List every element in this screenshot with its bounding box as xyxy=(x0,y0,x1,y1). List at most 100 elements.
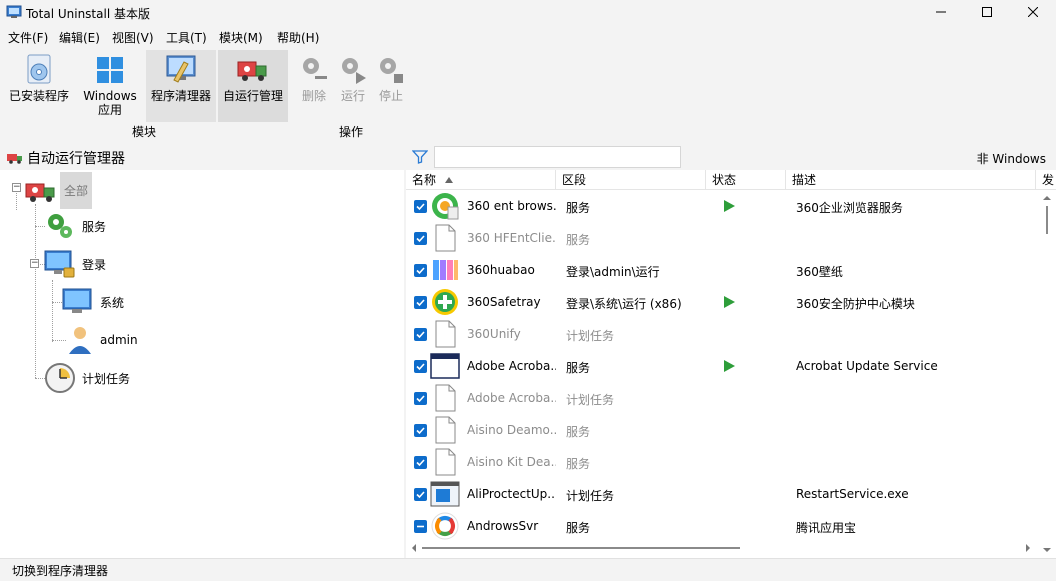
row-checkbox[interactable] xyxy=(414,200,427,213)
installed-programs-button[interactable]: 已安装程序 xyxy=(4,50,74,122)
tree-node-admin[interactable]: admin xyxy=(66,324,138,356)
autorun-list-panel: 非 Windows 名称 区段 状态 描述 发 360 ent brows...… xyxy=(406,146,1056,558)
close-button[interactable] xyxy=(1010,0,1056,24)
panel-title: 自动运行管理器 xyxy=(6,148,125,168)
title-bar: Total Uninstall 基本版 xyxy=(0,0,1056,24)
table-row[interactable]: AndrowsSvr 服务 腾讯应用宝 xyxy=(406,510,1038,542)
tree-label-system: 系统 xyxy=(100,295,125,310)
horizontal-scroll-thumb[interactable] xyxy=(422,547,740,549)
menu-edit[interactable]: 编辑(E) xyxy=(59,29,100,46)
menu-tools[interactable]: 工具(T) xyxy=(166,29,207,46)
col-header-description[interactable]: 描述 xyxy=(786,170,1036,190)
scroll-right-icon xyxy=(1026,544,1030,552)
row-segment: 服务 xyxy=(566,361,591,375)
toolbar: 已安装程序 Windows 应用 程序清理器 自运行管理 删除 运行 停止 模块… xyxy=(0,48,1056,144)
table-row[interactable]: 360huabao 登录\admin\运行 360壁纸 xyxy=(406,254,1038,286)
row-checkbox[interactable] xyxy=(414,360,427,373)
run-button[interactable]: 运行 xyxy=(335,50,371,122)
table-row[interactable]: 360 ent brows... 服务 360企业浏览器服务 xyxy=(406,190,1038,222)
row-checkbox[interactable] xyxy=(414,456,427,469)
checkmark-icon xyxy=(416,299,425,307)
autorun-tree-panel: 自动运行管理器 − 全部 服务 − 登录 系统 admin 计划任务 xyxy=(0,146,404,558)
table-row[interactable]: 360Safetray 登录\系统\运行 (x86) 360安全防护中心模块 xyxy=(406,286,1038,318)
close-icon xyxy=(1028,7,1038,17)
checkmark-icon xyxy=(416,267,425,275)
tree-node-services[interactable]: 服务 xyxy=(44,210,106,242)
table-row[interactable]: Adobe Acroba... 服务 Acrobat Update Service xyxy=(406,350,1038,382)
autorun-table: 名称 区段 状态 描述 发 360 ent brows... 服务 360企业浏览器… xyxy=(406,170,1056,558)
col-header-publisher[interactable]: 发 xyxy=(1036,170,1056,190)
tree-node-all[interactable]: 全部 xyxy=(24,172,93,209)
delete-button[interactable]: 删除 xyxy=(296,50,332,122)
filter-input[interactable] xyxy=(434,146,681,168)
row-name: 360 HFEntClie... xyxy=(467,231,556,245)
delete-gear-icon xyxy=(303,58,327,79)
minimize-button[interactable] xyxy=(918,0,964,24)
table-row[interactable]: Aisino Deamo... 服务 xyxy=(406,414,1038,446)
run-label: 运行 xyxy=(340,89,365,103)
row-name: 360 ent brows... xyxy=(467,199,556,213)
file-icon xyxy=(430,319,460,349)
row-checkbox[interactable] xyxy=(414,392,427,405)
table-row[interactable]: 360Unify 计划任务 xyxy=(406,318,1038,350)
tree-collapse-logon[interactable]: − xyxy=(30,259,39,268)
safe-360-icon xyxy=(430,287,460,317)
tree-label-services: 服务 xyxy=(82,219,107,234)
row-checkbox[interactable] xyxy=(414,264,427,277)
filter-icon[interactable] xyxy=(412,150,428,164)
tree-collapse-all[interactable]: − xyxy=(12,183,21,192)
maximize-button[interactable] xyxy=(964,0,1010,24)
running-status-icon xyxy=(724,360,735,372)
row-name: Aisino Deamo... xyxy=(467,423,556,437)
horizontal-scrollbar[interactable] xyxy=(406,540,1038,556)
program-cleaner-button[interactable]: 程序清理器 xyxy=(146,50,216,122)
row-checkbox[interactable] xyxy=(414,232,427,245)
windows-apps-label-1: Windows xyxy=(83,89,137,103)
group-actions-label: 操作 xyxy=(339,125,364,139)
row-segment: 计划任务 xyxy=(566,489,615,503)
row-checkbox[interactable] xyxy=(414,520,427,533)
non-windows-toggle[interactable]: 非 Windows xyxy=(977,150,1046,167)
row-name: AndrowsSvr xyxy=(467,519,539,533)
row-checkbox[interactable] xyxy=(414,296,427,309)
menu-view[interactable]: 视图(V) xyxy=(112,29,154,46)
menu-modules[interactable]: 模块(M) xyxy=(219,29,263,46)
col-header-segment[interactable]: 区段 xyxy=(556,170,706,190)
row-checkbox[interactable] xyxy=(414,424,427,437)
tree-node-logon[interactable]: 登录 xyxy=(44,248,106,280)
tree-node-system[interactable]: 系统 xyxy=(62,286,124,318)
menu-bar: 文件(F) 编辑(E) 视图(V) 工具(T) 模块(M) 帮助(H) xyxy=(0,26,1056,46)
autorun-manager-button[interactable]: 自运行管理 xyxy=(218,50,288,122)
tree-node-tasks[interactable]: 计划任务 xyxy=(44,362,130,394)
col-header-name[interactable]: 名称 xyxy=(406,170,556,190)
col-header-status[interactable]: 状态 xyxy=(706,170,786,190)
running-status-icon xyxy=(724,296,735,308)
table-row[interactable]: Aisino Kit Dea... 服务 xyxy=(406,446,1038,478)
scroll-down-icon xyxy=(1043,548,1051,552)
window-icon xyxy=(430,351,460,381)
row-description: 360安全防护中心模块 xyxy=(796,297,915,311)
row-name: Aisino Kit Dea... xyxy=(467,455,556,469)
table-row[interactable]: Adobe Acroba... 计划任务 xyxy=(406,382,1038,414)
row-name: 360huabao xyxy=(467,263,535,277)
row-name: Adobe Acroba... xyxy=(467,359,556,373)
window-title: Total Uninstall 基本版 xyxy=(26,7,150,21)
row-segment: 计划任务 xyxy=(566,329,615,343)
monitor-lock-icon xyxy=(44,250,75,278)
vertical-scroll-thumb[interactable] xyxy=(1046,206,1048,234)
app-icon xyxy=(6,5,22,18)
checkmark-icon xyxy=(416,395,425,403)
menu-help[interactable]: 帮助(H) xyxy=(277,29,319,46)
menu-file[interactable]: 文件(F) xyxy=(8,29,48,46)
indeterminate-icon xyxy=(417,525,424,528)
autorun-truck-icon xyxy=(25,183,55,202)
installed-programs-label: 已安装程序 xyxy=(8,89,69,103)
stop-button[interactable]: 停止 xyxy=(373,50,409,122)
scroll-left-icon xyxy=(412,544,416,552)
vertical-scrollbar[interactable] xyxy=(1038,190,1056,558)
row-checkbox[interactable] xyxy=(414,328,427,341)
row-checkbox[interactable] xyxy=(414,488,427,501)
table-row[interactable]: AliProctectUp... 计划任务 RestartService.exe xyxy=(406,478,1038,510)
windows-apps-button[interactable]: Windows 应用 xyxy=(80,50,140,122)
table-row[interactable]: 360 HFEntClie... 服务 xyxy=(406,222,1038,254)
